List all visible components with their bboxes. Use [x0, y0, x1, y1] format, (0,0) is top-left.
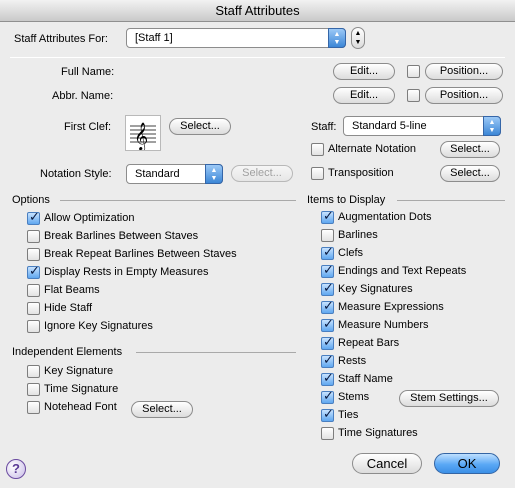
staff-type-value: Standard 5-line: [352, 120, 427, 132]
transposition-checkbox[interactable]: [311, 167, 324, 180]
cancel-button[interactable]: Cancel: [352, 453, 422, 474]
option-label: Break Repeat Barlines Between Staves: [44, 248, 237, 260]
display-item-checkbox[interactable]: [321, 427, 334, 440]
independent-divider: [136, 352, 296, 353]
independent-element-checkbox[interactable]: [27, 383, 40, 396]
notation-style-label: Notation Style:: [40, 168, 112, 180]
notation-style-value: Standard: [135, 168, 180, 180]
notation-style-popup[interactable]: Standard ▲ ▼: [126, 164, 223, 184]
full-name-position-checkbox[interactable]: [407, 65, 420, 78]
independent-element-label: Notehead Font: [44, 401, 117, 413]
option-checkbox[interactable]: [27, 284, 40, 297]
alternate-notation-select-button[interactable]: Select...: [440, 141, 500, 158]
display-item-label: Endings and Text Repeats: [338, 265, 467, 277]
display-item-label: Rests: [338, 355, 367, 367]
popup-arrows-icon: ▲ ▼: [205, 164, 223, 184]
stepper-down-icon[interactable]: ▼: [355, 39, 362, 46]
alternate-notation-checkbox[interactable]: [311, 143, 324, 156]
display-item-checkbox[interactable]: [321, 263, 334, 278]
staff-label: Staff:: [311, 121, 337, 133]
treble-clef-icon: 𝄞: [130, 122, 156, 151]
popup-arrows-icon: ▲ ▼: [483, 116, 501, 136]
full-name-edit-button[interactable]: Edit...: [333, 63, 395, 80]
display-item-label: Time Signatures: [338, 427, 418, 439]
display-item-checkbox[interactable]: [321, 299, 334, 314]
independent-element-checkbox[interactable]: [27, 365, 40, 378]
display-item-label: Repeat Bars: [338, 337, 400, 349]
display-item-checkbox[interactable]: [321, 407, 334, 422]
display-item-checkbox[interactable]: [321, 209, 334, 224]
display-item-checkbox[interactable]: [321, 317, 334, 332]
option-checkbox[interactable]: [27, 230, 40, 243]
staff-type-popup[interactable]: Standard 5-line ▲ ▼: [343, 116, 501, 136]
display-item-checkbox[interactable]: [321, 245, 334, 260]
stepper-up-icon[interactable]: ▲: [355, 30, 362, 37]
notation-style-select-button[interactable]: Select...: [231, 165, 293, 182]
option-checkbox[interactable]: [27, 248, 40, 261]
option-label: Break Barlines Between Staves: [44, 230, 199, 242]
option-label: Display Rests in Empty Measures: [44, 266, 209, 278]
display-item-label: Stems: [338, 391, 370, 403]
option-label: Ignore Key Signatures: [44, 320, 153, 332]
independent-element-label: Time Signature: [44, 383, 119, 395]
clef-select-button[interactable]: Select...: [169, 118, 231, 135]
first-clef-label: First Clef:: [64, 121, 112, 133]
staff-select-popup[interactable]: [Staff 1] ▲ ▼: [126, 28, 346, 48]
full-name-label: Full Name:: [61, 66, 115, 78]
option-label: Allow Optimization: [44, 212, 135, 224]
display-item-label: Ties: [338, 409, 359, 421]
option-checkbox[interactable]: [27, 320, 40, 333]
stem-settings-button[interactable]: Stem Settings...: [399, 390, 499, 407]
abbr-name-position-button[interactable]: Position...: [425, 87, 503, 104]
display-item-label: Measure Expressions: [338, 301, 444, 313]
abbr-name-position-checkbox[interactable]: [407, 89, 420, 102]
alternate-notation-label: Alternate Notation: [328, 143, 417, 155]
popup-arrows-icon: ▲ ▼: [328, 28, 346, 48]
help-icon[interactable]: ?: [6, 459, 26, 479]
display-item-checkbox[interactable]: [321, 229, 334, 242]
option-label: Flat Beams: [44, 284, 100, 296]
staff-attributes-for-label: Staff Attributes For:: [14, 33, 108, 45]
items-to-display-title: Items to Display: [307, 194, 386, 206]
options-title: Options: [12, 194, 50, 206]
option-label: Hide Staff: [44, 302, 93, 314]
display-item-checkbox[interactable]: [321, 371, 334, 386]
independent-elements-title: Independent Elements: [12, 346, 123, 358]
display-item-label: Measure Numbers: [338, 319, 429, 331]
option-checkbox[interactable]: [27, 210, 40, 225]
independent-element-label: Key Signature: [44, 365, 114, 377]
option-checkbox[interactable]: [27, 302, 40, 315]
display-item-label: Key Signatures: [338, 283, 413, 295]
ok-button[interactable]: OK: [434, 453, 500, 474]
abbr-name-edit-button[interactable]: Edit...: [333, 87, 395, 104]
display-item-label: Barlines: [338, 229, 378, 241]
options-divider: [60, 200, 296, 201]
transposition-select-button[interactable]: Select...: [440, 165, 500, 182]
staff-select-value: [Staff 1]: [135, 32, 173, 44]
display-item-checkbox[interactable]: [321, 389, 334, 404]
full-name-position-button[interactable]: Position...: [425, 63, 503, 80]
display-item-checkbox[interactable]: [321, 353, 334, 368]
display-item-label: Clefs: [338, 247, 364, 259]
separator: [10, 57, 505, 58]
abbr-name-label: Abbr. Name:: [52, 90, 114, 102]
staff-stepper[interactable]: ▲ ▼: [351, 27, 365, 49]
display-item-label: Augmentation Dots: [338, 211, 432, 223]
clef-preview: 𝄞: [125, 115, 161, 151]
svg-text:𝄞: 𝄞: [134, 122, 148, 150]
transposition-label: Transposition: [328, 167, 394, 179]
independent-element-checkbox[interactable]: [27, 401, 40, 414]
display-item-checkbox[interactable]: [321, 281, 334, 296]
display-item-label: Staff Name: [338, 373, 393, 385]
option-checkbox[interactable]: [27, 264, 40, 279]
window-title: Staff Attributes: [0, 0, 515, 22]
notehead-font-select-button[interactable]: Select...: [131, 401, 193, 418]
display-item-checkbox[interactable]: [321, 335, 334, 350]
display-divider: [397, 200, 505, 201]
